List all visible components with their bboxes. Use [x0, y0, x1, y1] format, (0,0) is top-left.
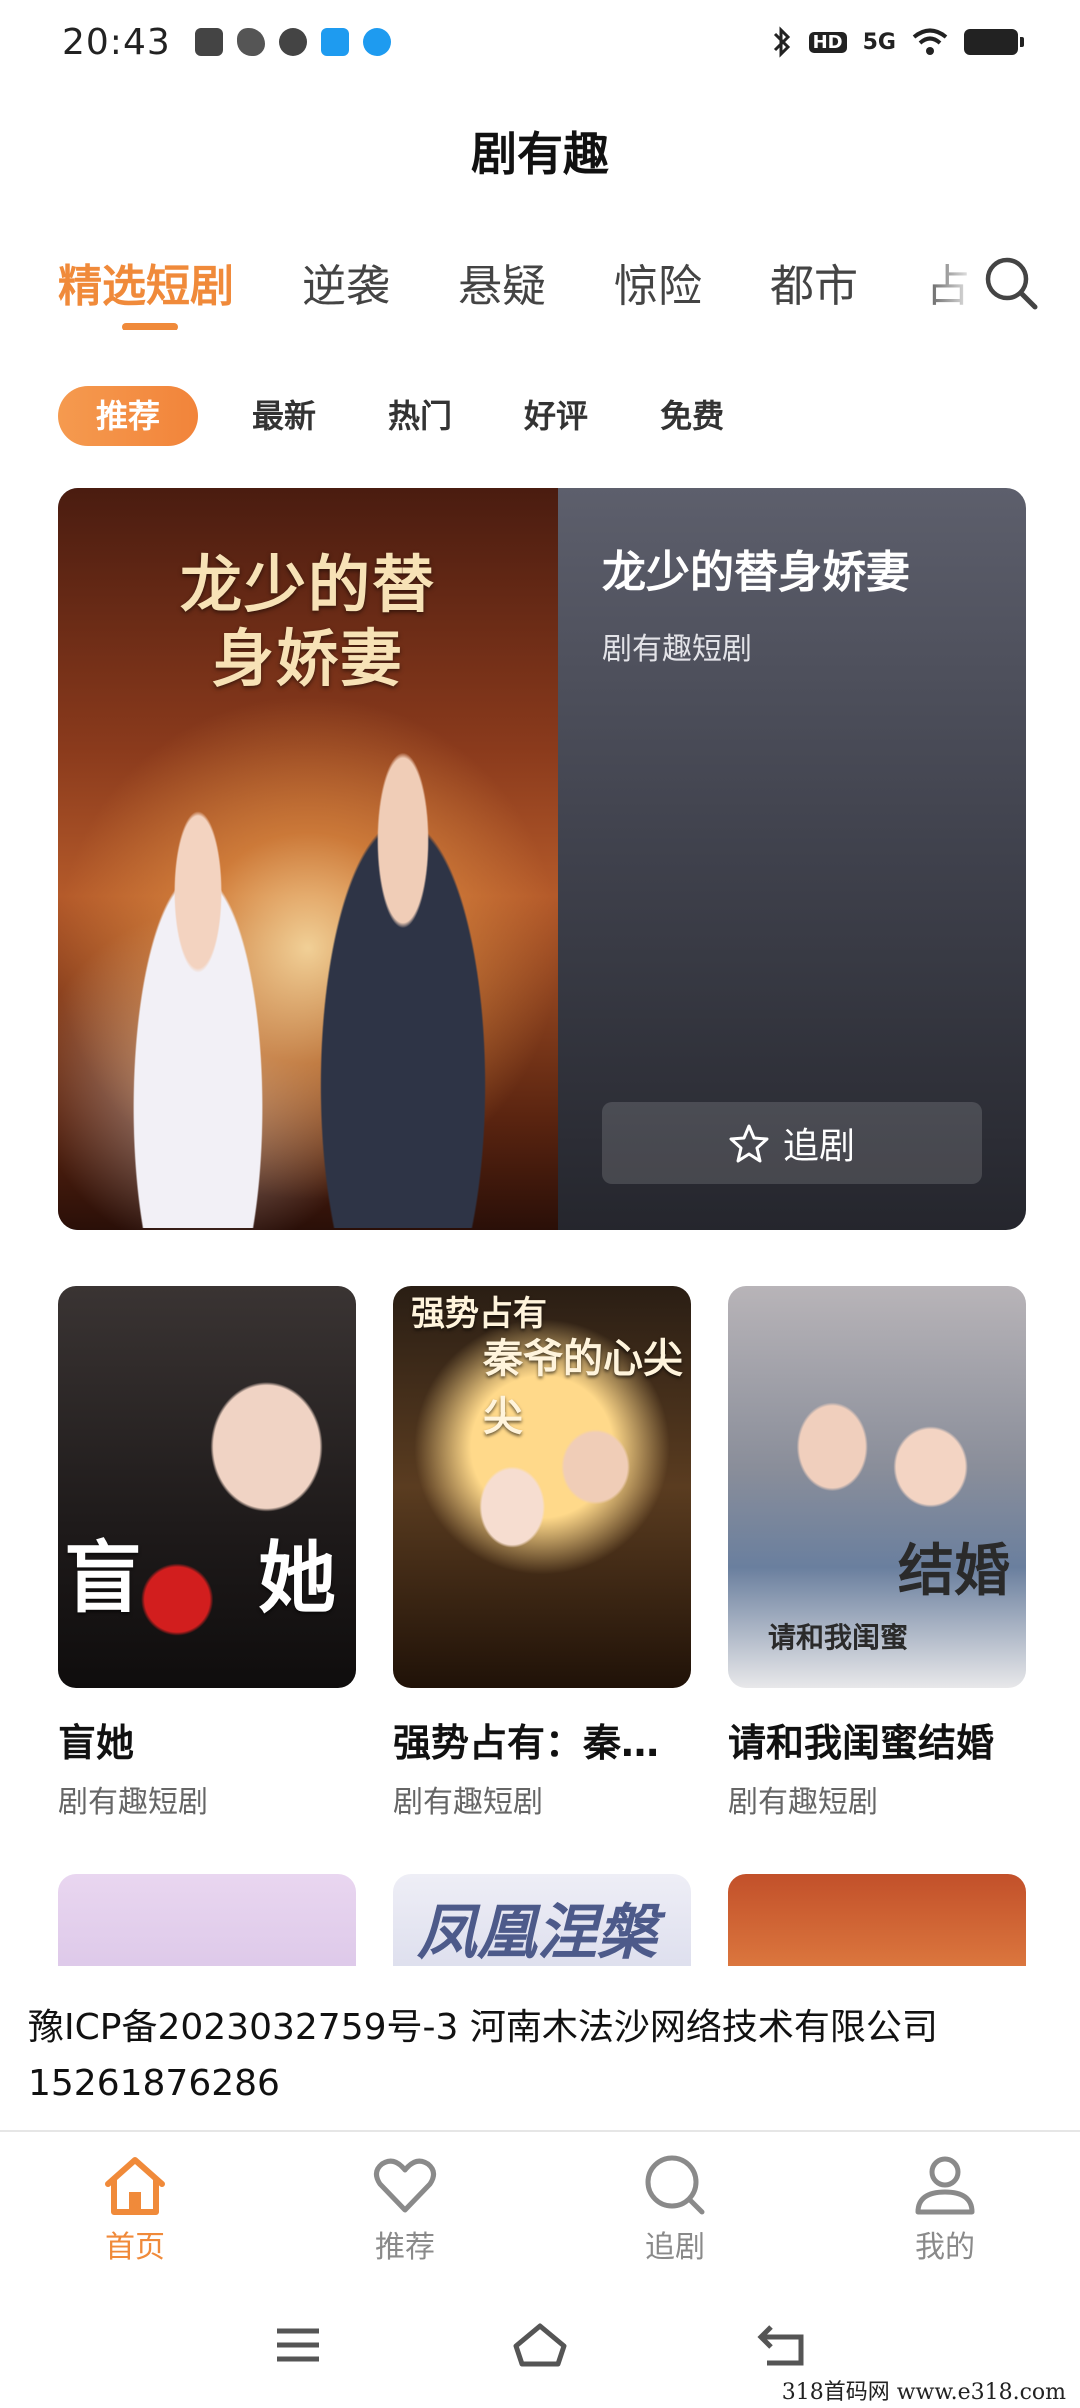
chip-latest[interactable]: 最新 — [234, 386, 334, 446]
drama-title: 强势占有：秦… — [393, 1721, 660, 1765]
clipboard-icon — [194, 28, 223, 56]
drama-poster[interactable] — [58, 1874, 356, 1966]
wechat-icon — [236, 28, 265, 56]
follow-label: 追剧 — [782, 1126, 855, 1167]
poster-figure-bride — [98, 748, 298, 1228]
nav-label: 推荐 — [375, 2230, 435, 2265]
poster-art-text: 盲 — [64, 1533, 143, 1624]
poster-art-text: 秦爷的心尖尖 — [483, 1335, 683, 1440]
qq-icon — [320, 28, 349, 56]
nav-label: 追剧 — [645, 2230, 705, 2265]
featured-title: 龙少的替身娇妻 — [602, 547, 910, 598]
nav-item-profile[interactable]: 我的 — [810, 2140, 1080, 2280]
nav-item-follow[interactable]: 追剧 — [540, 2140, 810, 2280]
chip-hot[interactable]: 热门 — [370, 386, 470, 446]
drama-subtitle: 剧有趣短剧 — [728, 1785, 878, 1820]
chip-recommended[interactable]: 推荐 — [58, 386, 199, 446]
drama-card[interactable]: 结婚 请和我闺蜜 请和我闺蜜结婚 剧有趣短剧 — [728, 1286, 1026, 1821]
status-bar: 20:43 HD 5G — [0, 0, 1080, 84]
active-tab-indicator — [122, 323, 178, 330]
drama-poster[interactable]: 盲 她 — [58, 1286, 356, 1688]
drama-title: 请和我闺蜜结婚 — [728, 1721, 995, 1765]
check-circle-icon — [278, 28, 307, 56]
watermark: 318首码网 www.e318.com — [781, 2380, 1066, 2405]
drama-grid: 盲 她 盲她 剧有趣短剧 强势占有 秦爷的心尖尖 强势占有：秦… 剧有趣短剧 结… — [58, 1286, 1026, 1821]
chip-top-rated[interactable]: 好评 — [506, 386, 606, 446]
follow-drama-button[interactable]: 追剧 — [602, 1102, 982, 1184]
drama-subtitle: 剧有趣短剧 — [393, 1785, 543, 1820]
star-outline-icon — [729, 1124, 769, 1163]
nav-label: 首页 — [105, 2230, 165, 2265]
drama-poster[interactable]: 凤凰涅槃 — [393, 1874, 691, 1966]
poster-art-text: 凤凰涅槃 — [417, 1898, 657, 1966]
featured-subtitle: 剧有趣短剧 — [602, 632, 752, 667]
signal-5g-icon: 5G — [862, 29, 896, 55]
system-status-icons: HD 5G — [771, 26, 1024, 58]
poster-art-text: 请和我闺蜜 — [768, 1621, 909, 1654]
drama-grid-row-2: 凤凰涅槃 — [58, 1874, 1026, 1966]
nav-label: 我的 — [915, 2230, 975, 2265]
drama-subtitle: 剧有趣短剧 — [58, 1785, 208, 1820]
status-time: 20:43 — [62, 21, 171, 63]
poster-title-art: 龙少的替身娇妻 — [179, 548, 436, 695]
baidu-paw-icon — [362, 28, 391, 56]
featured-drama-card[interactable]: 龙少的替身娇妻 龙少的替身娇妻 剧有趣短剧 追剧 — [58, 488, 1026, 1230]
menu-icon[interactable] — [273, 2325, 323, 2365]
search-icon[interactable] — [982, 254, 1040, 312]
tab-featured[interactable]: 精选短剧 — [58, 250, 234, 314]
hd-icon: HD — [808, 31, 847, 53]
chip-free[interactable]: 免费 — [642, 386, 742, 446]
tab-suspense[interactable]: 悬疑 — [458, 250, 546, 314]
drama-poster[interactable]: 结婚 请和我闺蜜 — [728, 1286, 1026, 1688]
tabs-fade — [918, 250, 978, 330]
nav-item-recommend[interactable]: 推荐 — [270, 2140, 540, 2280]
home-outline-icon[interactable] — [510, 2320, 570, 2370]
poster-figure-groom — [288, 718, 518, 1228]
back-icon[interactable] — [757, 2323, 807, 2367]
icp-footer: 豫ICP备2023032759号-3 河南木法沙网络技术有限公司 1526187… — [0, 1980, 1080, 2130]
tab-thriller[interactable]: 惊险 — [614, 250, 702, 314]
notification-icons — [194, 28, 391, 56]
poster-art-text: 她 — [258, 1533, 337, 1624]
poster-art-text: 结婚 — [898, 1538, 1010, 1604]
filter-chips: 推荐 最新 热门 好评 免费 — [58, 386, 778, 446]
drama-card[interactable]: 强势占有 秦爷的心尖尖 强势占有：秦… 剧有趣短剧 — [393, 1286, 691, 1821]
tab-comeback[interactable]: 逆袭 — [302, 250, 390, 314]
drama-card[interactable]: 盲 她 盲她 剧有趣短剧 — [58, 1286, 356, 1821]
drama-title: 盲她 — [58, 1721, 135, 1765]
page-title: 剧有趣 — [471, 127, 609, 181]
search-icon — [645, 2155, 705, 2215]
nav-divider — [0, 2130, 1080, 2132]
category-tabs: 精选短剧 逆袭 悬疑 惊险 都市 占 — [58, 250, 978, 330]
nav-item-home[interactable]: 首页 — [0, 2140, 270, 2280]
drama-poster[interactable]: 强势占有 秦爷的心尖尖 — [393, 1286, 691, 1688]
heart-icon — [374, 2158, 436, 2213]
tab-urban[interactable]: 都市 — [770, 250, 858, 314]
user-icon — [915, 2156, 975, 2215]
home-icon — [105, 2157, 165, 2215]
featured-poster[interactable]: 龙少的替身娇妻 — [58, 488, 558, 1230]
drama-poster[interactable] — [728, 1874, 1026, 1966]
bottom-nav: 首页 推荐 追剧 我的 — [0, 2140, 1080, 2280]
wifi-icon — [912, 28, 948, 55]
bluetooth-icon — [773, 26, 790, 58]
battery-icon — [964, 29, 1024, 55]
